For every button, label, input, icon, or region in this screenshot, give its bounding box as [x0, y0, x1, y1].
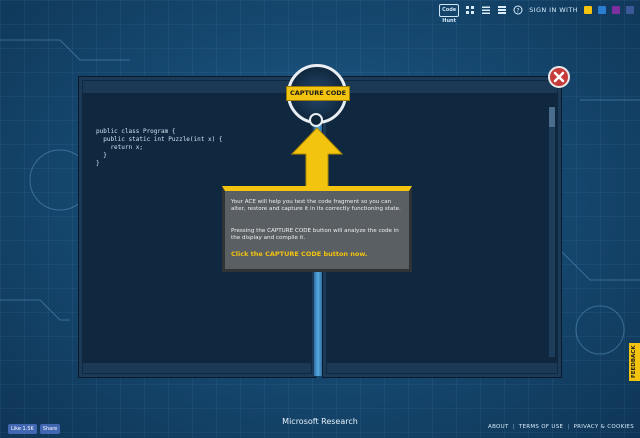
panel-header	[83, 81, 311, 93]
facebook-signin-icon[interactable]	[626, 6, 634, 14]
privacy-link[interactable]: PRIVACY & COOKIES	[573, 424, 634, 430]
tooltip-text-2: Pressing the CAPTURE CODE button will an…	[231, 228, 399, 241]
capture-indicator	[309, 113, 323, 127]
footer-links: ABOUT | TERMS OF USE | PRIVACY & COOKIES	[488, 424, 634, 430]
terms-link[interactable]: TERMS OF USE	[519, 424, 563, 430]
code-editor[interactable]: public class Program { public static int…	[96, 128, 222, 168]
separator: |	[567, 424, 570, 430]
close-button[interactable]	[548, 66, 570, 88]
separator: |	[512, 424, 515, 430]
yahoo-signin-icon[interactable]	[612, 6, 620, 14]
close-icon	[553, 71, 565, 83]
tooltip-call-to-action: Click the CAPTURE CODE button now.	[231, 250, 368, 258]
grid-icon[interactable]	[465, 5, 475, 15]
svg-text:?: ?	[517, 8, 520, 15]
tooltip-text-1: Your ACE will help you test the code fra…	[231, 199, 401, 212]
top-bar: Code Hunt ? SIGN IN WITH	[439, 0, 640, 24]
scrollbar-thumb[interactable]	[549, 107, 555, 127]
app-logo[interactable]: Code Hunt	[439, 3, 460, 24]
panel-footer	[83, 363, 311, 373]
help-icon[interactable]: ?	[513, 5, 523, 15]
list-icon[interactable]	[481, 5, 491, 15]
microsoft-signin-icon[interactable]	[584, 6, 592, 14]
panel-header	[327, 81, 557, 93]
live-signin-icon[interactable]	[598, 6, 606, 14]
menu-icon[interactable]	[497, 5, 507, 15]
scrollbar[interactable]	[549, 107, 555, 357]
capture-code-button[interactable]: CAPTURE CODE	[286, 86, 350, 101]
feedback-tab[interactable]: FEEDBACK	[629, 343, 640, 381]
tutorial-tooltip: Your ACE will help you test the code fra…	[222, 186, 412, 272]
arrow-up-icon	[290, 127, 344, 188]
sign-in-label: SIGN IN WITH	[529, 6, 578, 14]
panel-footer	[327, 363, 557, 373]
about-link[interactable]: ABOUT	[488, 424, 509, 430]
